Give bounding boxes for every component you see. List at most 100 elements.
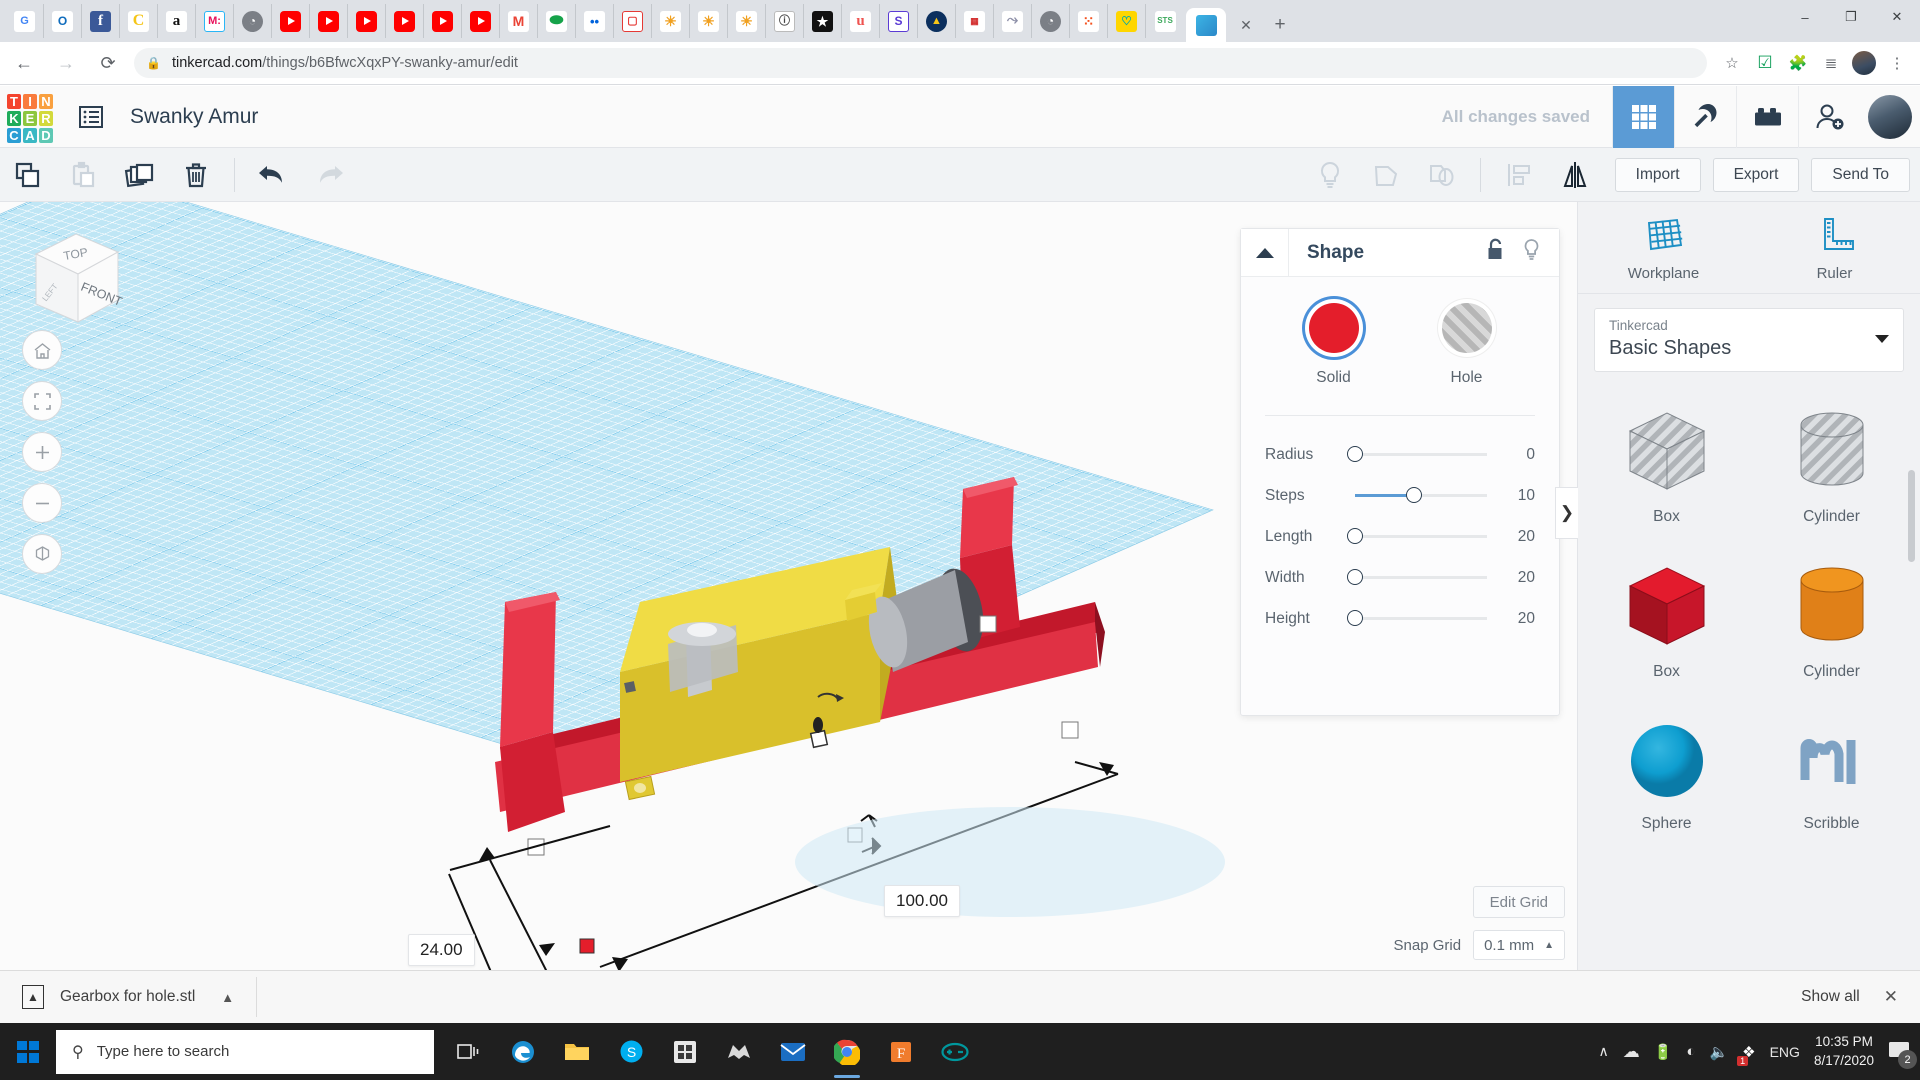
tab-close-icon[interactable]: ✕ xyxy=(1238,17,1254,33)
copy-icon[interactable] xyxy=(0,148,56,202)
pinned-tab-orange-dots-site[interactable]: ⁙ xyxy=(1070,4,1108,38)
bookmark-star-icon[interactable]: ☆ xyxy=(1717,48,1747,78)
lightbulb-icon[interactable] xyxy=(1302,148,1358,202)
file-explorer-icon[interactable] xyxy=(552,1023,602,1080)
steps-slider-knob[interactable] xyxy=(1406,487,1422,503)
solid-color-swatch[interactable] xyxy=(1309,303,1359,353)
lightbulb-icon[interactable] xyxy=(1522,238,1541,267)
page-title[interactable]: Swanky Amur xyxy=(130,105,258,129)
pinned-tab-signal-site[interactable]: ⤳ xyxy=(994,4,1032,38)
ruler-tool[interactable]: Ruler xyxy=(1749,202,1920,293)
shape-scribble[interactable]: Scribble xyxy=(1749,698,1914,853)
pinned-tab-youtube-5[interactable] xyxy=(424,4,462,38)
chevron-up-icon[interactable]: ▲ xyxy=(221,990,234,1005)
battery-icon[interactable]: 🔋 xyxy=(1654,1043,1673,1061)
pinned-tab-star-site[interactable]: ★ xyxy=(804,4,842,38)
shape-cylinder-orange[interactable]: Cylinder xyxy=(1749,543,1914,698)
pinned-tab-gmail[interactable]: M xyxy=(500,4,538,38)
mail-icon[interactable] xyxy=(768,1023,818,1080)
pinned-tab-youtube-2[interactable] xyxy=(310,4,348,38)
pinned-tab-facebook[interactable]: f xyxy=(82,4,120,38)
chrome-icon[interactable] xyxy=(822,1023,872,1080)
taskbar-search-input[interactable]: ⚲ Type here to search xyxy=(56,1030,434,1074)
pinned-tab-google-translate[interactable]: G xyxy=(6,4,44,38)
windows-start-icon[interactable] xyxy=(0,1023,56,1080)
reload-icon[interactable]: ⟳ xyxy=(90,45,126,81)
window-maximize-button[interactable]: ❐ xyxy=(1828,0,1874,34)
dimension-width[interactable]: 24.00 xyxy=(408,934,475,966)
hole-pattern-swatch[interactable] xyxy=(1442,303,1492,353)
ungroup-icon[interactable] xyxy=(1414,148,1470,202)
pinned-tab-youtube-4[interactable] xyxy=(386,4,424,38)
pinned-tab-instructables[interactable]: ⓘ xyxy=(766,4,804,38)
import-button[interactable]: Import xyxy=(1615,158,1701,192)
shape-cylinder-hole[interactable]: Cylinder xyxy=(1749,388,1914,543)
active-tab-tinkercad[interactable]: ✕ xyxy=(1186,8,1226,42)
shape-box-hole[interactable]: Box xyxy=(1584,388,1749,543)
hole-mode[interactable]: Hole xyxy=(1442,303,1492,387)
profile-avatar-icon[interactable] xyxy=(1849,48,1879,78)
undo-icon[interactable] xyxy=(245,148,301,202)
pinned-tab-globe-site[interactable]: ◔ xyxy=(234,4,272,38)
width-slider[interactable]: Width20 xyxy=(1265,557,1535,598)
pinned-tab-sts-site[interactable]: STS xyxy=(1146,4,1184,38)
arduino-icon[interactable] xyxy=(930,1023,980,1080)
ortho-perspective-toggle[interactable] xyxy=(22,534,62,574)
home-view-button[interactable] xyxy=(22,330,62,370)
panel-collapse-chevron-icon[interactable]: ❯ xyxy=(1555,487,1578,539)
pinned-tab-cc-site[interactable]: C xyxy=(120,4,158,38)
microsoft-store-icon[interactable] xyxy=(660,1023,710,1080)
window-close-button[interactable]: ✕ xyxy=(1874,0,1920,34)
paste-icon[interactable] xyxy=(56,148,112,202)
pinned-tab-yellow-map-site[interactable]: ♡ xyxy=(1108,4,1146,38)
onedrive-icon[interactable]: ☁ xyxy=(1623,1042,1640,1062)
task-view-icon[interactable] xyxy=(444,1023,494,1080)
length-slider[interactable]: Length20 xyxy=(1265,516,1535,557)
mirror-icon[interactable] xyxy=(1547,148,1603,202)
zoom-out-button[interactable] xyxy=(22,483,62,523)
wifi-icon[interactable]: ◐ xyxy=(1686,1043,1695,1060)
height-slider-knob[interactable] xyxy=(1347,610,1363,626)
list-menu-icon[interactable] xyxy=(70,96,112,138)
pinned-tab-outlook[interactable]: O xyxy=(44,4,82,38)
tray-expand-icon[interactable]: ∧ xyxy=(1598,1043,1608,1060)
tinkercad-logo[interactable]: TINKERCAD xyxy=(4,91,56,143)
unlock-icon[interactable] xyxy=(1486,238,1506,267)
zoom-in-button[interactable] xyxy=(22,432,62,472)
pinned-tab-s-site[interactable]: S xyxy=(880,4,918,38)
status-check-icon[interactable]: ☑ xyxy=(1750,48,1780,78)
three-dot-menu-icon[interactable]: ⋮ xyxy=(1882,48,1912,78)
workplane-tool[interactable]: Workplane xyxy=(1578,202,1749,293)
height-slider[interactable]: Height20 xyxy=(1265,598,1535,639)
shape-sphere[interactable]: Sphere xyxy=(1584,698,1749,853)
pinned-tab-grad-cap-site[interactable]: ▲ xyxy=(918,4,956,38)
pinned-tab-u-site[interactable]: u xyxy=(842,4,880,38)
pinned-tab-red-device-site[interactable]: ▢ xyxy=(614,4,652,38)
notification-center-icon[interactable]: 2 xyxy=(1888,1040,1910,1063)
language-indicator[interactable]: ENG xyxy=(1770,1044,1800,1060)
steps-slider[interactable]: Steps10 xyxy=(1265,475,1535,516)
skype-icon[interactable]: S xyxy=(606,1023,656,1080)
group-icon[interactable] xyxy=(1358,148,1414,202)
shape-box-red[interactable]: Box xyxy=(1584,543,1749,698)
pinned-tab-youtube-3[interactable] xyxy=(348,4,386,38)
chevron-down-icon[interactable] xyxy=(1875,335,1889,343)
shape-library-select[interactable]: Tinkercad Basic Shapes xyxy=(1594,308,1904,372)
pinned-tab-youtube-1[interactable] xyxy=(272,4,310,38)
address-bar[interactable]: 🔒 tinkercad.com/things/b6BfwcXqxPY-swank… xyxy=(134,48,1707,78)
steps-slider-track[interactable] xyxy=(1355,494,1487,497)
blocks-brick-icon[interactable] xyxy=(1736,86,1798,148)
close-x-icon[interactable]: ✕ xyxy=(1884,987,1898,1007)
msi-dragon-icon[interactable] xyxy=(714,1023,764,1080)
window-minimize-button[interactable]: – xyxy=(1782,0,1828,34)
user-avatar[interactable] xyxy=(1868,95,1912,139)
radius-slider-track[interactable] xyxy=(1355,453,1487,456)
snap-grid-select[interactable]: 0.1 mm ▲ xyxy=(1473,930,1565,960)
send-to-button[interactable]: Send To xyxy=(1811,158,1910,192)
pinned-tab-bulb-site-2[interactable]: ☀ xyxy=(690,4,728,38)
fit-to-view-button[interactable] xyxy=(22,381,62,421)
volume-icon[interactable]: 🔈 xyxy=(1709,1043,1728,1061)
extensions-puzzle-icon[interactable]: 🧩 xyxy=(1783,48,1813,78)
back-arrow-icon[interactable]: ← xyxy=(6,45,42,81)
export-button[interactable]: Export xyxy=(1713,158,1800,192)
